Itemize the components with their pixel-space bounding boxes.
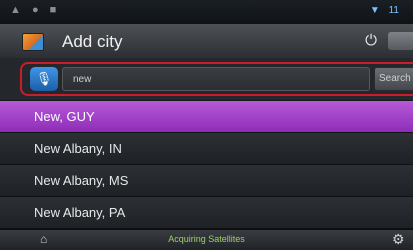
page-title: Add city — [62, 32, 123, 51]
search-button[interactable]: Search — [374, 67, 413, 91]
search-input[interactable] — [62, 67, 370, 91]
list-item[interactable]: New, GUY — [0, 101, 413, 133]
gear-icon[interactable]: ⚙ — [392, 231, 405, 248]
screen: ▲ ● ■ ▼ 11 Add city ⏻ 🎙 Search New, GUY … — [0, 0, 413, 250]
voice-search-button[interactable]: 🎙 — [30, 67, 58, 91]
signal-icon: ▼ — [369, 5, 380, 16]
power-button[interactable]: ⏻ — [360, 30, 382, 52]
list-item[interactable]: New Albany, IN — [0, 133, 413, 165]
list-item[interactable]: New Albany, PA — [0, 197, 413, 229]
power-icon: ⏻ — [365, 32, 377, 49]
menu-button[interactable] — [388, 32, 413, 50]
status-bar: ▲ ● ■ ▼ 11 — [0, 0, 413, 24]
results-list: New, GUY New Albany, IN New Albany, MS N… — [0, 101, 413, 229]
status-right: ▼ 11 — [364, 5, 399, 16]
add-city-icon — [22, 33, 44, 51]
gps-status: Acquiring Satellites — [168, 234, 245, 244]
title-bar: Add city ⏻ — [0, 24, 413, 59]
bottom-bar: ⌂ Acquiring Satellites ⚙ — [0, 229, 413, 250]
clock: 11 — [388, 5, 399, 16]
microphone-icon: 🎙 — [35, 71, 53, 86]
list-item[interactable]: New Albany, MS — [0, 165, 413, 197]
status-icons: ▲ ● ■ — [10, 4, 61, 16]
